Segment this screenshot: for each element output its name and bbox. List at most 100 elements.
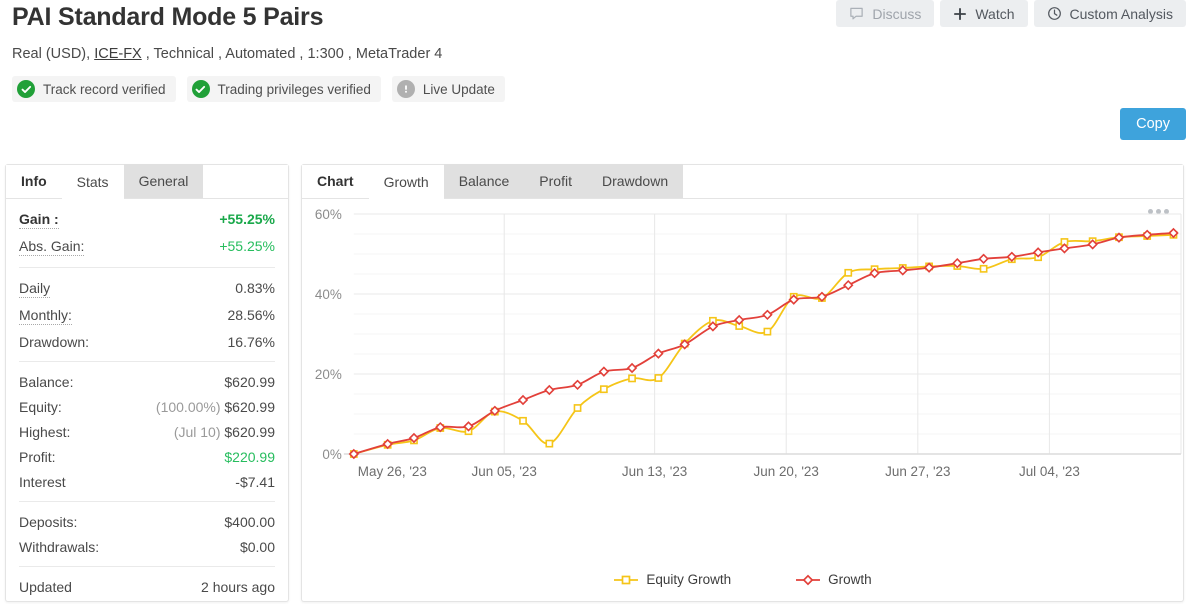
chart-body: 0% 20% 40% 60% May 26, '23 Jun 05, '23 Jun 13,… [302, 200, 1183, 601]
x-axis-tick-label: Jun 27, '23 [885, 464, 950, 479]
stats-row-value: +55.25% [219, 238, 275, 254]
y-axis-tick-label: 20% [315, 367, 342, 382]
x-axis-tick-label: Jun 20, '23 [754, 464, 819, 479]
plus-icon [953, 7, 967, 21]
stats-row: Gain : +55.25% [19, 206, 275, 233]
stats-row-label: Highest: [19, 424, 71, 440]
stats-divider [19, 361, 275, 362]
stats-row-label: Interest [19, 474, 66, 490]
y-axis-tick-label: 40% [315, 287, 342, 302]
stats-row: Daily 0.83% [19, 275, 275, 302]
stats-row: Interest -$7.41 [19, 469, 275, 494]
custom-analysis-button[interactable]: Custom Analysis [1033, 0, 1186, 27]
header-actions: Discuss Watch Custom Analysis [836, 0, 1186, 27]
stats-row-value: -$7.41 [235, 474, 275, 490]
chart-data-point [763, 327, 772, 336]
stats-row-label: Equity: [19, 399, 62, 415]
stats-row: Tracking0 [19, 599, 275, 604]
chart-panel: Chart Growth Balance Profit Drawdown 0% 2… [301, 164, 1184, 602]
stats-divider [19, 501, 275, 502]
stats-row-label[interactable]: Abs. Gain: [19, 238, 85, 256]
x-axis-tick-label: May 26, '23 [358, 464, 427, 479]
chart-legend: Equity Growth Growth [302, 572, 1183, 587]
chart-data-point [979, 264, 988, 273]
stats-row-label[interactable]: Monthly: [19, 307, 72, 325]
stats-divider [19, 267, 275, 268]
y-axis-tick-label: 0% [322, 447, 341, 462]
y-axis-tick-label: 60% [315, 208, 342, 222]
verification-badges: Track record verified Trading privileges… [12, 76, 1176, 102]
profile-page: PAI Standard Mode 5 Pairs Real (USD), IC… [0, 0, 1188, 604]
chart-data-point [654, 374, 663, 382]
page-header: PAI Standard Mode 5 Pairs Real (USD), IC… [0, 0, 1188, 140]
stats-row-label[interactable]: Daily [19, 280, 51, 298]
stats-row: Profit: $220.99 [19, 444, 275, 469]
stats-row-value: 2 hours ago [201, 579, 275, 595]
tab-growth[interactable]: Growth [368, 165, 444, 199]
content-panels: Info Stats General Gain : +55.25% Abs. Gai… [5, 164, 1184, 602]
stats-row-value: 0.83% [235, 280, 275, 296]
copy-button[interactable]: Copy [1120, 108, 1186, 140]
stats-row: Drawdown: 16.76% [19, 329, 275, 354]
chat-bubble-icon [849, 6, 864, 21]
stats-row-value-prefix: (100.00%) [155, 399, 225, 415]
account-details-text: , Technical , Automated , 1:300 , MetaTr… [141, 46, 443, 62]
check-circle-icon [191, 80, 210, 98]
x-axis-tick-label: Jun 05, '23 [472, 464, 537, 479]
legend-item-equity-growth[interactable]: Equity Growth [613, 572, 731, 587]
x-axis-tick-label: Jun 13, '23 [622, 464, 687, 479]
badge-track-record: Track record verified [12, 76, 176, 102]
discuss-label: Discuss [872, 5, 922, 22]
broker-link[interactable]: ICE-FX [94, 46, 142, 62]
tab-general[interactable]: General [123, 164, 204, 198]
stats-row-label[interactable]: Gain : [19, 211, 59, 229]
tab-stats[interactable]: Stats [61, 165, 124, 199]
stats-row: Updated 2 hours ago [19, 574, 275, 599]
stats-row-label: Balance: [19, 374, 74, 390]
stats-row-value: 16.76% [227, 334, 275, 350]
chart-data-point [519, 416, 527, 425]
badge-track-record-label: Track record verified [43, 81, 166, 97]
chart-data-point [573, 404, 582, 412]
chart-panel-tabs: Chart Growth Balance Profit Drawdown [302, 164, 1183, 199]
stats-row: Highest: (Jul 10) $620.99 [19, 419, 275, 444]
exclamation-circle-icon [396, 80, 415, 98]
info-panel-tabs: Info Stats General [6, 164, 288, 199]
tab-drawdown[interactable]: Drawdown [586, 164, 684, 198]
badge-trading-privileges-label: Trading privileges verified [217, 81, 371, 97]
legend-item-growth[interactable]: Growth [795, 572, 872, 587]
discuss-button[interactable]: Discuss [836, 0, 935, 27]
stats-row-value: $400.00 [224, 514, 275, 530]
tab-chart[interactable]: Chart [302, 164, 369, 198]
stats-row-value: (100.00%) $620.99 [155, 399, 275, 415]
watch-button[interactable]: Watch [940, 0, 1028, 27]
stats-row-value: $620.99 [224, 374, 275, 390]
stats-row: Deposits: $400.00 [19, 509, 275, 534]
copy-button-wrapper: Copy [1120, 108, 1186, 140]
info-panel: Info Stats General Gain : +55.25% Abs. Gai… [5, 164, 289, 602]
stats-list: Gain : +55.25% Abs. Gain: +55.25% Daily 0.83%… [6, 199, 288, 604]
stats-row-value: $0.00 [239, 539, 275, 555]
stats-row: Equity: (100.00%) $620.99 [19, 394, 275, 419]
stats-row-value: 28.56% [227, 307, 275, 323]
stats-row-label: Drawdown: [19, 334, 90, 350]
tab-info[interactable]: Info [6, 164, 62, 198]
stats-row-value: $220.99 [224, 449, 275, 465]
stats-row-label: Updated [19, 579, 72, 595]
stats-row-value-prefix: (Jul 10) [173, 424, 225, 440]
watch-label: Watch [975, 5, 1015, 22]
tab-profit[interactable]: Profit [524, 164, 587, 198]
growth-chart: 0% 20% 40% 60% May 26, '23 Jun 05, '23 Jun 13,… [302, 207, 1183, 498]
stats-row: Monthly: 28.56% [19, 302, 275, 329]
clock-icon [1047, 6, 1062, 21]
chart-data-point [628, 374, 636, 383]
stats-row: Abs. Gain: +55.25% [19, 233, 275, 260]
stats-row-value: (Jul 10) $620.99 [173, 424, 275, 440]
account-type-text: Real (USD), [12, 46, 95, 62]
stats-row: Withdrawals: $0.00 [19, 534, 275, 559]
stats-row: Balance: $620.99 [19, 369, 275, 394]
stats-row-label: Profit: [19, 449, 56, 465]
badge-live-update: Live Update [391, 76, 505, 102]
tab-balance[interactable]: Balance [443, 164, 525, 198]
chart-svg: 0% 20% 40% 60% May 26, '23 Jun 05, '23 Jun 13,… [315, 207, 1182, 479]
